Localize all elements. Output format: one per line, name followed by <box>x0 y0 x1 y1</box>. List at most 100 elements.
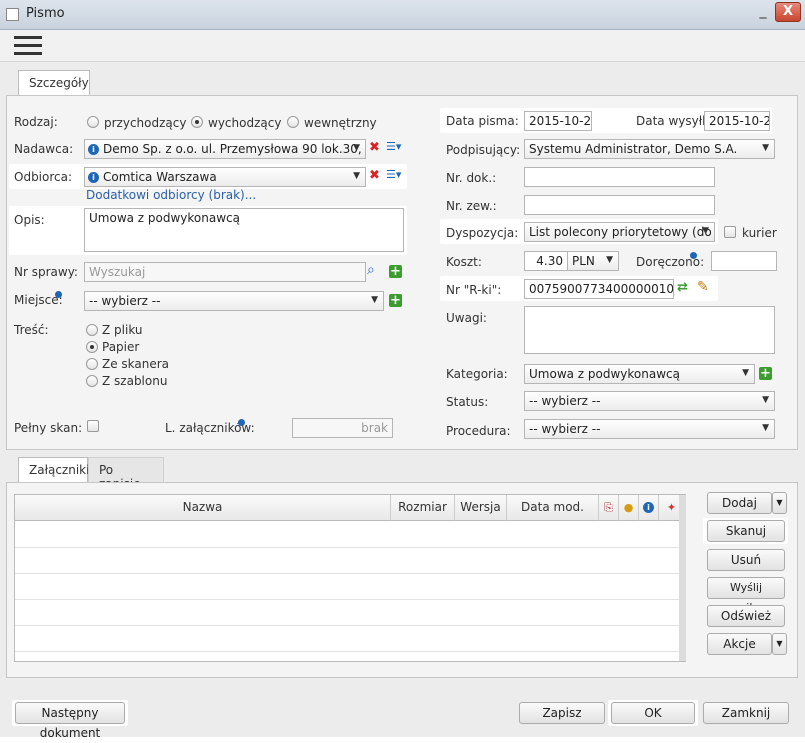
app-icon <box>6 8 19 21</box>
zamknij-button[interactable]: Zamknij <box>703 702 789 724</box>
radio-z-pliku[interactable] <box>86 324 98 336</box>
tab-po-zapisie[interactable]: Po zapisie <box>88 457 164 491</box>
kurier-label: kurier <box>742 226 777 240</box>
column-header-nazwa[interactable]: Nazwa <box>15 495 391 521</box>
radio-przychodzacy-label: przychodzący <box>104 116 187 130</box>
add-miejsce-icon[interactable]: + <box>389 294 402 307</box>
radio-z-pliku-label: Z pliku <box>102 323 143 337</box>
opis-textarea[interactable]: Umowa z podwykonawcą <box>84 208 404 252</box>
dyspozycja-label: Dyspozycja: <box>446 226 519 240</box>
chevron-down-icon: ▼ <box>606 255 613 265</box>
nadawca-label: Nadawca: <box>14 142 74 156</box>
rodzaj-label: Rodzaj: <box>14 115 58 129</box>
dodaj-dropdown-chevron-icon[interactable]: ▼ <box>772 492 787 514</box>
toolbar <box>0 30 805 62</box>
koszt-input[interactable]: 4.30 <box>524 251 568 271</box>
podpisujacy-combo[interactable]: Systemu Administrator, Demo S.A. ▼ <box>524 139 775 159</box>
chevron-down-icon: ▼ <box>762 143 769 153</box>
kategoria-label: Kategoria: <box>446 367 508 381</box>
column-header-data-mod[interactable]: Data mod. <box>507 495 599 521</box>
column-header-attach-icon[interactable]: ⎘ <box>599 495 619 521</box>
table-scrollbar[interactable] <box>679 495 686 661</box>
radio-z-szablonu[interactable] <box>86 375 98 387</box>
akcje-dropdown-chevron-icon[interactable]: ▼ <box>772 633 787 655</box>
minimize-button[interactable]: _ <box>752 4 774 22</box>
nr-dok-input[interactable] <box>524 167 715 187</box>
kurier-checkbox[interactable] <box>724 226 736 238</box>
miejsce-combo[interactable]: -- wybierz -- ▼ <box>84 291 384 311</box>
dyspozycja-combo[interactable]: List polecony priorytetowy (do 50g ▼ <box>524 222 715 242</box>
hamburger-menu-icon[interactable] <box>14 36 42 56</box>
procedura-value: -- wybierz -- <box>529 422 601 436</box>
edit-pencil-icon[interactable]: ✎ <box>697 279 709 295</box>
tab-szczegoly[interactable]: Szczegóły <box>18 70 90 96</box>
nr-sprawy-label: Nr sprawy: <box>14 265 78 279</box>
dodatkowi-odbiorcy-link[interactable]: Dodatkowi odbiorcy (brak)... <box>86 188 256 202</box>
procedura-combo[interactable]: -- wybierz -- ▼ <box>524 419 775 439</box>
nr-zew-label: Nr. zew.: <box>446 199 497 213</box>
list-menu-icon[interactable]: ☰▾ <box>386 140 406 158</box>
chevron-down-icon: ▼ <box>371 295 378 305</box>
info-icon: i <box>88 172 99 183</box>
status-combo[interactable]: -- wybierz -- ▼ <box>524 391 775 411</box>
odbiorca-label: Odbiorca: <box>14 170 73 184</box>
nastepny-dokument-button[interactable]: Następny dokument <box>15 702 125 740</box>
data-pisma-label: Data pisma: <box>446 114 519 128</box>
usun-button[interactable]: Usuń <box>707 549 785 571</box>
chevron-down-icon: ▼ <box>702 226 709 236</box>
chevron-down-icon: ▼ <box>762 395 769 405</box>
clear-nadawca-icon[interactable]: ✖ <box>369 140 380 155</box>
add-sprawa-icon[interactable]: + <box>389 265 402 278</box>
add-kategoria-icon[interactable]: + <box>759 367 772 380</box>
dodaj-button[interactable]: Dodaj <box>707 492 772 514</box>
column-header-rozmiar[interactable]: Rozmiar <box>391 495 455 521</box>
title-bar: Pismo _ X <box>0 0 805 30</box>
radio-przychodzacy[interactable] <box>87 116 99 128</box>
nr-zew-input[interactable] <box>524 195 715 215</box>
l-zalacznikow-input[interactable]: brak <box>292 418 393 438</box>
clear-odbiorca-icon[interactable]: ✖ <box>369 168 380 183</box>
ok-button[interactable]: OK <box>611 702 695 724</box>
column-header-wersja[interactable]: Wersja <box>455 495 507 521</box>
radio-papier-label: Papier <box>102 340 140 354</box>
column-header-info-icon[interactable]: i <box>639 495 659 521</box>
zapisz-button[interactable]: Zapisz <box>519 702 605 724</box>
close-button[interactable]: X <box>775 2 801 22</box>
radio-wewnetrzny-label: wewnętrzny <box>304 116 377 130</box>
radio-ze-skanera[interactable] <box>86 358 98 370</box>
currency-combo[interactable]: PLN ▼ <box>567 251 619 271</box>
procedura-label: Procedura: <box>446 424 511 438</box>
skanuj-button[interactable]: Skanuj <box>707 520 785 542</box>
swap-arrows-icon[interactable]: ⇄ <box>677 280 688 295</box>
info-icon <box>690 252 697 259</box>
odswiez-button[interactable]: Odśwież <box>707 605 785 627</box>
data-pisma-input[interactable]: 2015-10-21 <box>524 111 592 131</box>
list-menu-icon[interactable]: ☰▾ <box>386 168 406 186</box>
window-title: Pismo <box>26 6 65 21</box>
data-wysylki-input[interactable]: 2015-10-21 <box>704 111 770 131</box>
table-row <box>15 599 685 600</box>
wyslij-emailem-button[interactable]: Wyślij emailem <box>707 577 785 614</box>
pelny-skan-checkbox[interactable] <box>87 420 99 432</box>
nadawca-combo[interactable]: i Demo Sp. z o.o. ul. Przemysłowa 90 lok… <box>84 139 366 159</box>
table-row <box>15 651 685 652</box>
column-header-lock-icon[interactable]: ● <box>619 495 639 521</box>
kategoria-combo[interactable]: Umowa z podwykonawcą ▼ <box>524 364 755 384</box>
nr-rki-input[interactable]: 0075900773400000010 3 <box>524 279 674 299</box>
akcje-button[interactable]: Akcje <box>707 633 772 655</box>
radio-ze-skanera-label: Ze skanera <box>102 357 170 371</box>
tab-zalaczniki[interactable]: Załączniki <box>18 457 89 483</box>
chevron-down-icon: ▼ <box>353 143 360 153</box>
radio-wychodzacy[interactable] <box>191 116 203 128</box>
search-icon[interactable]: ⌕ <box>367 262 375 278</box>
tresc-label: Treść: <box>14 323 49 337</box>
odbiorca-value: Comtica Warszawa <box>103 170 217 184</box>
info-icon <box>238 419 245 426</box>
doreczono-input[interactable] <box>711 251 777 271</box>
odbiorca-combo[interactable]: i Comtica Warszawa ▼ <box>84 167 366 187</box>
uwagi-textarea[interactable] <box>524 306 775 354</box>
radio-papier[interactable] <box>86 341 98 353</box>
uwagi-label: Uwagi: <box>446 311 487 325</box>
radio-wewnetrzny[interactable] <box>287 116 299 128</box>
nr-sprawy-input[interactable]: Wyszukaj <box>84 262 366 282</box>
